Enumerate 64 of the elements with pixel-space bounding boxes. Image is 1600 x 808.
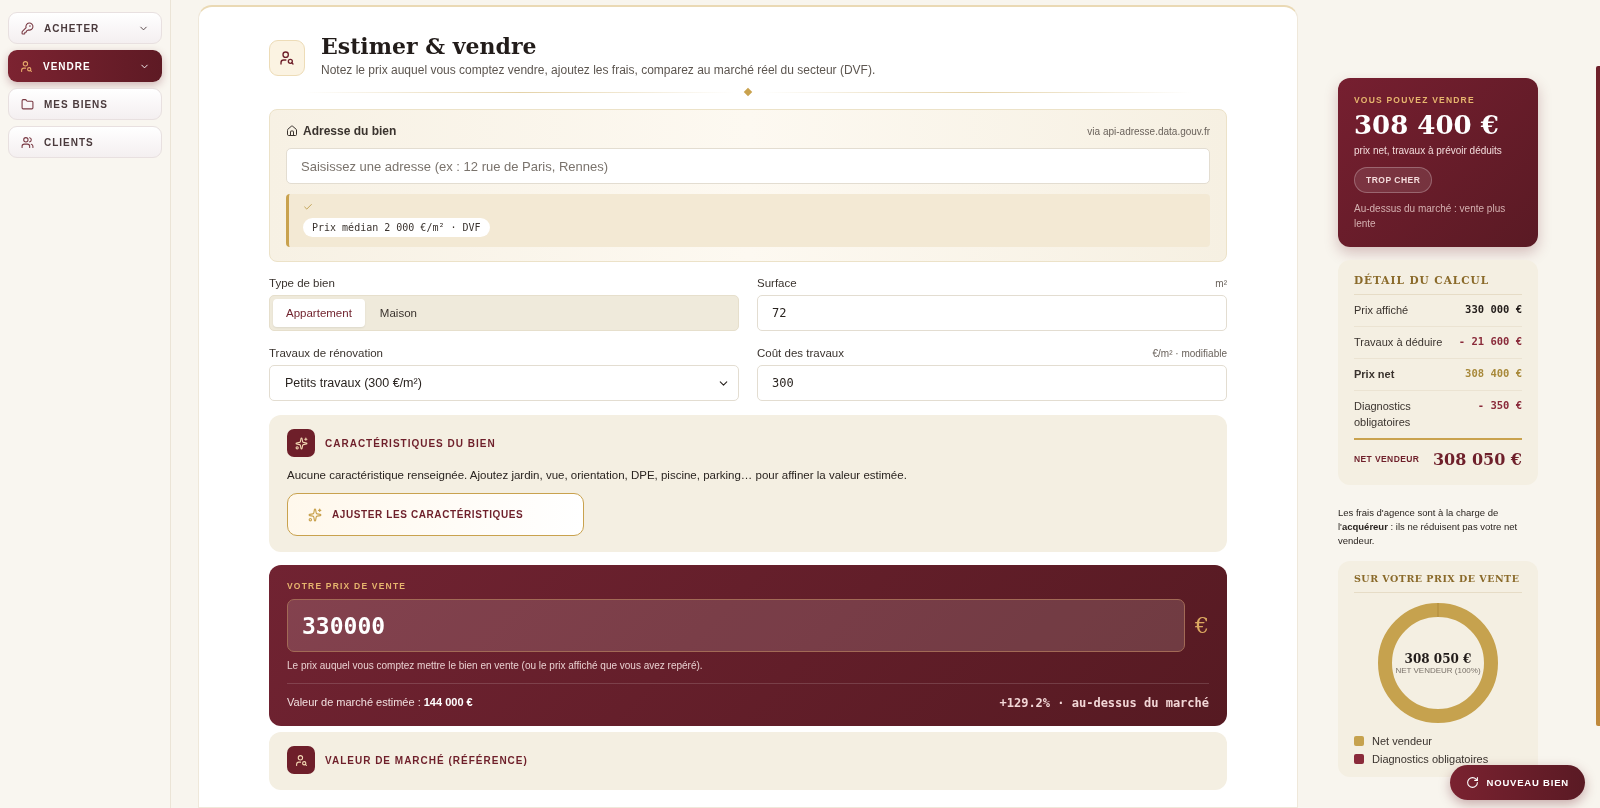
section-title: CARACTÉRISTIQUES DU BIEN [325,437,496,449]
unit-label: m² [1215,277,1227,289]
calc-label: Prix affiché [1354,303,1410,318]
section-title: VOTRE PRIX DE VENTE [287,581,408,591]
donut-value: 308 050 € [1404,651,1472,666]
surface-field[interactable]: 72 [757,295,1227,331]
currency-symbol: € [1195,613,1209,638]
field-label: Adresse du bien [303,124,397,138]
sidebar-item[interactable]: MES BIENS [8,88,162,120]
field-label: Travaux de rénovation [269,347,384,359]
total-value: 308 050 € [1432,449,1522,469]
calc-value: 308 400 € [1465,366,1522,379]
market-delta: +129.2% · au-dessus du marché [999,696,1209,710]
price-hint: Le prix auquel vous comptez mettre le bien en vente (ou le prix affiché que vous avez repéré). [287,660,704,671]
calc-value: - 21 600 € [1458,334,1522,347]
section-title: VALEUR DE MARCHÉ (RÉFÉRENCE) [325,754,528,766]
refresh-icon [1465,776,1479,789]
segment-option[interactable]: Maison [366,299,430,327]
segment-option[interactable]: Appartement [273,299,365,327]
address-field[interactable]: Saisissez une adresse (ex : 12 rue de Paris, Rennes) [286,148,1210,184]
sparkles-icon [308,507,322,522]
page-subtitle: Notez le prix auquel vous comptez vendre, ajoutez les frais, comparez au marché réel du secteur (DVF). [321,63,876,77]
new-property-button[interactable]: NOUVEAU BIEN [1449,765,1585,800]
card-title: SUR VOTRE PRIX DE VENTE [1354,573,1522,594]
total-label: NET VENDEUR [1354,454,1420,465]
calc-value: - 350 € [1477,398,1522,411]
verdict-badge: TROP CHER [1354,167,1433,193]
market-value-text: Valeur de marché estimée : 144 000 € [287,696,473,710]
field-label: Coût des travaux [757,347,844,359]
folder-icon [21,97,34,111]
sidebar-item[interactable]: CLIENTS [8,126,162,158]
unit-label: €/m² · modifiable [1152,347,1227,359]
net-price: 308 400 € [1354,110,1500,140]
summary-eyebrow: VOUS POUVEZ VENDRE [1354,95,1476,105]
calc-value: 330 000 € [1465,303,1522,315]
key-icon [21,21,34,35]
features-text: Aucune caractéristique renseignée. Ajoutez jardin, vue, orientation, DPE, piscine, parking… pour affiner la valeur estimée. [287,469,908,481]
source-note: via api-adresse.data.gouv.fr [1087,125,1210,137]
page-title: Estimer & vendre [321,33,538,59]
users-icon [21,135,34,149]
field-label: Surface [757,277,797,289]
person-search-icon [287,746,315,774]
legend-label: Net vendeur [1372,735,1432,748]
sparkles-icon [287,429,315,457]
renovation-select[interactable]: Petits travaux (300 €/m²) [269,365,739,401]
person-search-icon [20,59,33,73]
calc-label: Travaux à déduire [1354,334,1444,350]
sidebar-item[interactable]: ACHETER [8,12,162,44]
median-price-badge: Prix médian 2 000 €/m² · DVF [303,218,490,237]
donut-label: NET VENDEUR (100%) [1395,665,1481,675]
calc-label: Diagnostics obligatoires [1354,398,1412,430]
calc-label: Prix net [1354,366,1396,382]
price-field[interactable]: 330000 [287,599,1185,652]
agency-fee-note: Les frais d'agence sont à la charge de l'acquéreur : ils ne réduisent pas votre net vendeur. [1338,505,1519,549]
adjust-features-button[interactable]: AJUSTER LES CARACTÉRISTIQUES [287,493,584,536]
summary-caption: prix net, travaux à prévoir déduits [1354,145,1503,156]
legend-label: Diagnostics obligatoires [1372,753,1489,766]
summary-note: Au-dessus du marché : vente plus lente [1354,202,1507,231]
sidebar-item[interactable]: VENDRE [8,50,162,82]
home-icon [286,125,298,137]
field-label: Type de bien [269,277,336,289]
card-title: DÉTAIL DU CALCUL [1354,274,1522,295]
person-search-icon [269,40,305,76]
cost-field[interactable]: 300 [757,365,1227,401]
